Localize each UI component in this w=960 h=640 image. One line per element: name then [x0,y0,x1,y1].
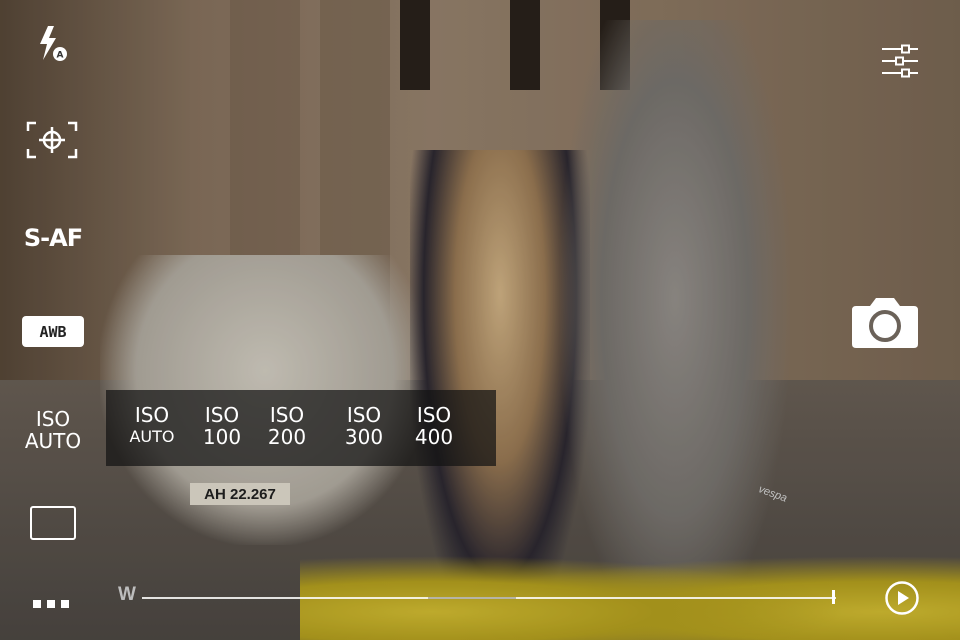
flash-button[interactable]: A [30,22,74,66]
focus-mode-button[interactable]: S-AF [20,218,86,258]
more-button[interactable] [30,592,72,616]
iso-option-300[interactable]: ISO 300 [334,404,394,452]
camera-overlay: A S-AF AWB ISO AUTO ISO AUTO ISO 100 ISO… [0,0,960,640]
white-balance-label: AWB [39,322,67,341]
iso-option-auto[interactable]: ISO AUTO [122,404,182,452]
iso-option-value: 100 [202,425,242,449]
zoom-wide-label: W [118,584,136,605]
iso-option-400[interactable]: ISO 400 [404,404,464,452]
focus-point-button[interactable] [24,118,80,162]
more-icon [33,600,69,608]
shutter-button[interactable] [850,294,920,350]
zoom-track-gap [428,594,516,602]
camera-icon [852,298,918,348]
iso-option-200[interactable]: ISO 200 [257,404,317,452]
iso-option-label: ISO [346,403,382,427]
play-icon [885,581,919,615]
iso-label: ISO [35,407,71,431]
aspect-ratio-button[interactable] [30,506,76,540]
settings-button[interactable] [876,38,924,84]
iso-option-value: 400 [414,425,454,449]
focus-point-icon [26,121,78,159]
iso-option-value: 200 [267,425,307,449]
iso-button[interactable]: ISO AUTO [20,404,86,456]
iso-option-label: ISO [269,403,305,427]
iso-option-value: AUTO [129,427,175,446]
aspect-ratio-icon [30,506,76,540]
svg-text:A: A [57,51,64,61]
flash-auto-icon: A [40,26,67,61]
iso-value: AUTO [24,429,82,453]
iso-option-label: ISO [204,403,240,427]
zoom-handle[interactable] [832,590,835,604]
iso-option-label: ISO [416,403,452,427]
iso-option-label: ISO [134,403,170,427]
sliders-icon [882,44,918,78]
iso-option-100[interactable]: ISO 100 [192,404,252,452]
iso-option-value: 300 [344,425,384,449]
playback-button[interactable] [882,578,922,618]
focus-mode-label: S-AF [23,224,83,252]
iso-menu: ISO AUTO ISO 100 ISO 200 ISO 300 ISO 400 [106,390,496,466]
white-balance-button[interactable]: AWB [22,316,84,347]
